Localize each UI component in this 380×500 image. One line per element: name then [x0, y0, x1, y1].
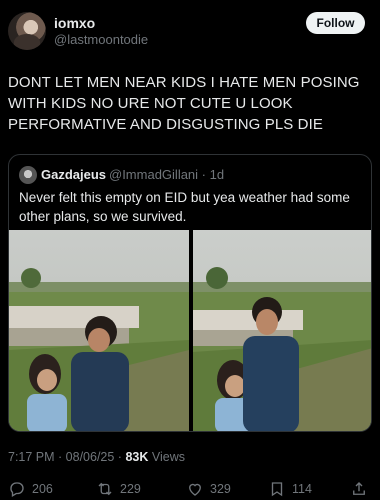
repost-count: 229	[120, 482, 141, 496]
follow-button[interactable]: Follow	[306, 12, 365, 34]
bookmark-count: 114	[292, 482, 312, 496]
bookmark-button[interactable]: 114	[268, 480, 312, 498]
share-icon	[353, 482, 365, 495]
action-bar: 206 229 329 114	[0, 478, 380, 500]
like-count: 329	[210, 482, 231, 496]
quoted-author-handle-time: @ImmadGillani · 1d	[109, 167, 225, 182]
author-avatar[interactable]	[8, 12, 46, 50]
quoted-author-display-name: Gazdajeus	[41, 167, 107, 182]
author-handle[interactable]: @lastmoontodie	[54, 32, 148, 47]
views-count: 83K	[125, 450, 149, 464]
tweet-meta: 7:17 PM · 08/06/25 · 83K Views	[8, 450, 185, 464]
quoted-photo-2[interactable]	[193, 230, 371, 431]
quoted-tweet[interactable]: Gazdajeus @ImmadGillani · 1d Never felt …	[8, 154, 372, 432]
tweet-header: iomxo @lastmoontodie Follow	[0, 0, 380, 60]
repost-button[interactable]: 229	[96, 480, 141, 498]
views-label: Views	[148, 450, 185, 464]
reply-icon	[10, 482, 24, 497]
repost-icon	[98, 482, 112, 496]
author-display-name[interactable]: iomxo	[54, 15, 95, 31]
quoted-photo-1[interactable]	[9, 230, 189, 431]
like-button[interactable]: 329	[186, 480, 231, 498]
share-button[interactable]	[350, 480, 368, 498]
bookmark-icon	[271, 482, 283, 497]
tweet-text: DONT LET MEN NEAR KIDS I HATE MEN POSING…	[8, 74, 360, 133]
reply-button[interactable]: 206	[8, 480, 53, 498]
reply-count: 206	[32, 482, 53, 496]
heart-icon	[189, 483, 201, 496]
tweet-timestamp[interactable]: 7:17 PM · 08/06/25 ·	[8, 450, 125, 464]
quoted-tweet-text: Never felt this empty on EID but yea wea…	[19, 190, 350, 224]
quoted-author-avatar	[19, 166, 37, 184]
